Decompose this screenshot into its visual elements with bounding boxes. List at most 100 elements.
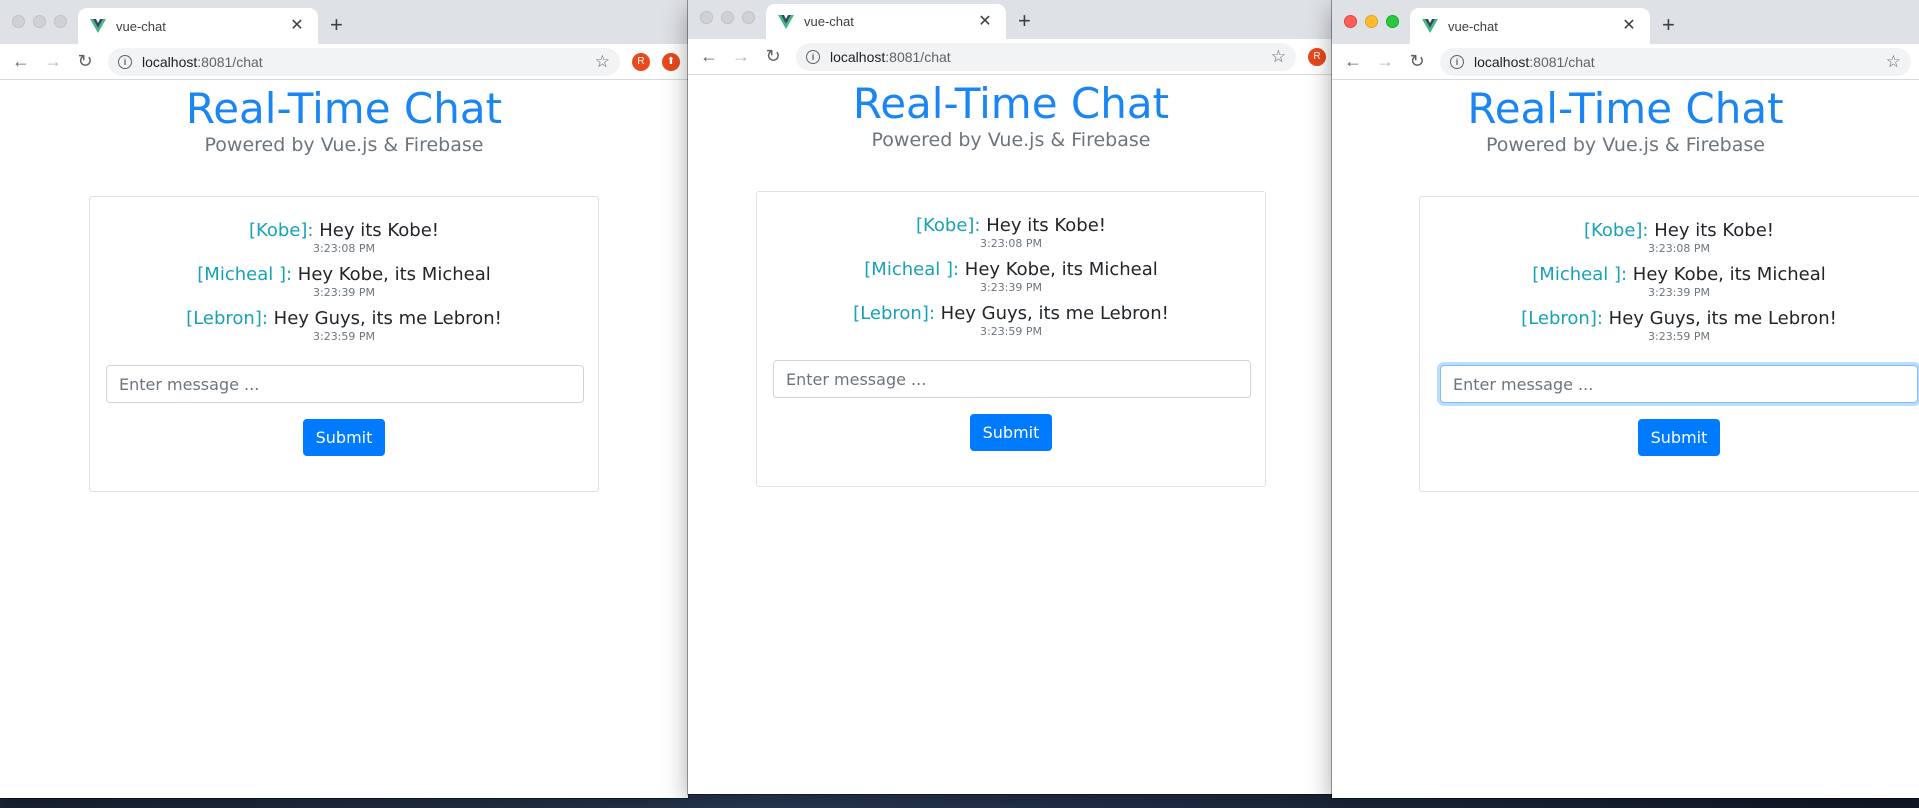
url-host: localhost	[1474, 53, 1530, 70]
url-text: localhost:8081/chat	[1474, 54, 1886, 70]
zoom-window-button[interactable]	[1386, 15, 1399, 28]
back-arrow-icon[interactable]: ←	[8, 49, 34, 75]
url-path: :8081/chat	[197, 53, 263, 70]
chat-page: Real-Time Chat Powered by Vue.js & Fireb…	[1332, 84, 1919, 493]
vue-favicon-icon	[90, 19, 106, 33]
plus-icon[interactable]: +	[1662, 13, 1675, 37]
message-username: [Lebron]:	[1521, 308, 1603, 330]
browser-toolbar: ← → ↻ i localhost:8081/chat ☆	[1332, 44, 1919, 80]
chat-page: Real-Time Chat Powered by Vue.js & Fireb…	[688, 79, 1334, 488]
minimize-window-button[interactable]	[33, 15, 46, 28]
message-item: [Micheal ]: Hey Kobe, its Micheal 3:23:3…	[773, 258, 1249, 294]
url-text: localhost:8081/chat	[830, 49, 1271, 65]
message-timestamp: 3:23:39 PM	[1647, 286, 1711, 300]
tab-title: vue-chat	[1448, 18, 1498, 34]
vue-favicon-icon	[778, 14, 794, 29]
message-username: [Kobe]:	[1583, 220, 1649, 242]
info-icon[interactable]: i	[118, 54, 132, 69]
browser-window-3: vue-chat ✕ + ← → ↻ i localhost:8081/chat…	[1332, 0, 1919, 798]
info-icon[interactable]: i	[1450, 54, 1464, 69]
submit-button[interactable]: Submit	[302, 419, 386, 457]
message-text: Hey Kobe, its Micheal	[964, 259, 1158, 281]
message-username: [Kobe]:	[248, 220, 314, 242]
tab-title: vue-chat	[116, 18, 166, 34]
message-text: Hey Guys, its me Lebron!	[940, 303, 1169, 325]
close-icon[interactable]: ✕	[288, 17, 306, 35]
close-icon[interactable]: ✕	[976, 13, 994, 31]
tab-vue-chat[interactable]: vue-chat ✕	[78, 8, 318, 44]
url-host: localhost	[142, 53, 198, 70]
window-controls	[12, 15, 67, 28]
minimize-window-button[interactable]	[1365, 15, 1378, 28]
message-item: [Kobe]: Hey its Kobe! 3:23:08 PM	[1436, 219, 1919, 255]
message-list: [Kobe]: Hey its Kobe! 3:23:08 PM [Michea…	[1436, 219, 1919, 343]
close-icon[interactable]: ✕	[1620, 17, 1638, 35]
plus-icon[interactable]: +	[330, 13, 343, 37]
reload-icon[interactable]: ↻	[72, 49, 98, 75]
message-timestamp: 3:23:59 PM	[979, 325, 1043, 339]
vue-favicon-icon	[1422, 19, 1438, 33]
message-input[interactable]	[106, 365, 584, 404]
star-icon[interactable]: ☆	[1271, 47, 1286, 67]
forward-arrow-icon[interactable]: →	[1372, 49, 1398, 75]
page-title: Real-Time Chat	[1467, 84, 1784, 133]
minimize-window-button[interactable]	[721, 11, 734, 24]
message-text: Hey its Kobe!	[986, 215, 1107, 237]
forward-arrow-icon[interactable]: →	[40, 49, 66, 75]
submit-button[interactable]: Submit	[1637, 419, 1721, 457]
zoom-window-button[interactable]	[54, 15, 67, 28]
message-timestamp: 3:23:08 PM	[979, 237, 1043, 251]
message-input[interactable]	[773, 360, 1251, 399]
message-text: Hey its Kobe!	[319, 220, 440, 242]
extension-icon[interactable]: R	[1308, 47, 1326, 66]
message-item: [Kobe]: Hey its Kobe! 3:23:08 PM	[773, 214, 1249, 250]
reload-icon[interactable]: ↻	[760, 44, 786, 70]
message-input[interactable]	[1440, 365, 1918, 404]
back-arrow-icon[interactable]: ←	[696, 44, 722, 70]
page-subtitle: Powered by Vue.js & Firebase	[871, 129, 1151, 152]
forward-arrow-icon[interactable]: →	[728, 44, 754, 70]
message-timestamp: 3:23:39 PM	[979, 281, 1043, 295]
close-window-button[interactable]	[1344, 15, 1357, 28]
tab-strip: vue-chat ✕ +	[1332, 0, 1919, 44]
message-username: [Micheal ]:	[864, 259, 960, 281]
info-icon[interactable]: i	[806, 49, 820, 64]
page-subtitle: Powered by Vue.js & Firebase	[1486, 134, 1765, 157]
star-icon[interactable]: ☆	[595, 52, 610, 72]
chat-card: [Kobe]: Hey its Kobe! 3:23:08 PM [Michea…	[89, 196, 599, 493]
message-timestamp: 3:23:39 PM	[312, 286, 376, 300]
message-item: [Lebron]: Hey Guys, its me Lebron! 3:23:…	[1436, 307, 1919, 343]
extension-icon[interactable]: ⬆	[662, 52, 680, 71]
page-title: Real-Time Chat	[185, 84, 503, 133]
address-bar[interactable]: i localhost:8081/chat ☆	[796, 42, 1296, 71]
url-host: localhost	[830, 48, 886, 65]
message-timestamp: 3:23:08 PM	[312, 242, 376, 256]
reload-icon[interactable]: ↻	[1404, 49, 1430, 75]
window-controls	[700, 11, 755, 24]
zoom-window-button[interactable]	[742, 11, 755, 24]
window-controls	[1344, 15, 1399, 28]
plus-icon[interactable]: +	[1018, 9, 1031, 33]
message-timestamp: 3:23:08 PM	[1647, 242, 1711, 256]
address-bar[interactable]: i localhost:8081/chat ☆	[1440, 47, 1911, 76]
message-item: [Micheal ]: Hey Kobe, its Micheal 3:23:3…	[106, 263, 582, 299]
message-timestamp: 3:23:59 PM	[312, 330, 376, 344]
chat-page: Real-Time Chat Powered by Vue.js & Fireb…	[0, 84, 688, 493]
message-text: Hey Kobe, its Micheal	[297, 264, 491, 286]
page-subtitle: Powered by Vue.js & Firebase	[204, 134, 484, 157]
browser-window-1: vue-chat ✕ + ← → ↻ i localhost:8081/chat…	[0, 0, 688, 798]
message-list: [Kobe]: Hey its Kobe! 3:23:08 PM [Michea…	[773, 214, 1249, 338]
message-text: Hey its Kobe!	[1654, 220, 1775, 242]
star-icon[interactable]: ☆	[1886, 52, 1901, 72]
tab-strip: vue-chat ✕ +	[0, 0, 688, 44]
submit-button[interactable]: Submit	[969, 414, 1053, 452]
tab-vue-chat[interactable]: vue-chat ✕	[1410, 8, 1650, 44]
close-window-button[interactable]	[700, 11, 713, 24]
url-path: :8081/chat	[885, 48, 951, 65]
back-arrow-icon[interactable]: ←	[1340, 49, 1366, 75]
address-bar[interactable]: i localhost:8081/chat ☆	[108, 47, 620, 76]
close-window-button[interactable]	[12, 15, 25, 28]
tab-vue-chat[interactable]: vue-chat ✕	[766, 4, 1006, 39]
extension-icon[interactable]: R	[632, 52, 650, 71]
url-path: :8081/chat	[1529, 53, 1595, 70]
